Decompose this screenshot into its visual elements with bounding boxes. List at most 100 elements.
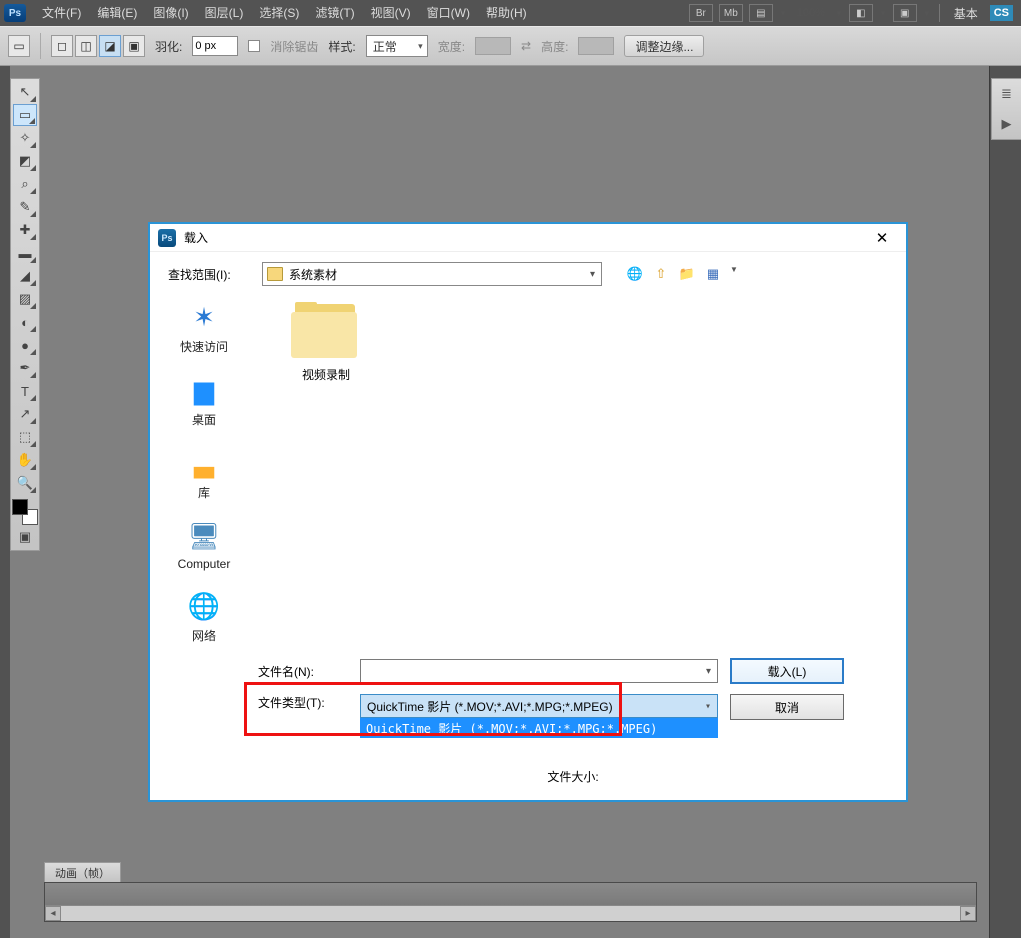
menu-1[interactable]: 编辑(E) [89, 0, 145, 26]
folder-large-icon [291, 302, 361, 358]
add-selection-icon[interactable]: ◫ [75, 35, 97, 57]
tool-12[interactable]: ✒ [13, 357, 37, 379]
feather-label: 羽化: [155, 38, 182, 55]
back-icon[interactable]: 🌐 [626, 265, 644, 283]
style-label: 样式: [328, 38, 355, 55]
tool-5[interactable]: ✎ [13, 196, 37, 218]
tool-14[interactable]: ↗ [13, 403, 37, 425]
screenmode-icon[interactable]: ▣ [893, 4, 917, 22]
subtract-selection-icon[interactable]: ◪ [99, 35, 121, 57]
filetype-combo[interactable]: QuickTime 影片 (*.MOV;*.AVI;*.MPG;*.MPEG) [360, 694, 718, 718]
right-panel-strip: ≣ ▶ [991, 78, 1021, 140]
tool-6[interactable]: ✚ [13, 219, 37, 241]
place-network[interactable]: 🌐网络 [150, 585, 258, 648]
chevron-down-icon[interactable]: ▼ [730, 265, 738, 283]
folder-icon [267, 267, 283, 281]
place-quick-label: 快速访问 [180, 338, 228, 355]
place-network-icon: 🌐 [184, 589, 224, 623]
file-list[interactable]: 视频录制 [258, 290, 906, 650]
menu-3[interactable]: 图层(L) [197, 0, 252, 26]
new-folder-icon[interactable]: 📁 [678, 265, 696, 283]
tool-4[interactable]: ⌕ [13, 173, 37, 195]
intersect-selection-icon[interactable]: ▣ [123, 35, 145, 57]
animation-tab[interactable]: 动画（帧） [44, 862, 121, 882]
menu-7[interactable]: 窗口(W) [419, 0, 478, 26]
quickmask-icon[interactable]: ▣ [13, 526, 37, 548]
menu-0[interactable]: 文件(F) [34, 0, 89, 26]
zoom-dropdown[interactable]: 100% [793, 7, 829, 19]
style-select[interactable]: 正常 [366, 35, 428, 57]
workspace-cs[interactable]: CS [990, 5, 1013, 21]
tool-16[interactable]: ✋ [13, 449, 37, 471]
scroll-left-icon[interactable]: ◂ [45, 906, 61, 921]
folder-item-label: 视频录制 [302, 366, 350, 383]
antialias-checkbox [248, 40, 260, 52]
height-input [578, 37, 614, 55]
right-dock-ribbon: ≣ ▶ [989, 66, 1021, 938]
filetype-option[interactable]: QuickTime 影片 (*.MOV;*.AVI;*.MPG;*.MPEG) [360, 718, 718, 738]
place-desktop-icon: ▆ [184, 373, 224, 407]
filename-combo[interactable] [360, 659, 718, 683]
ps-logo: Ps [4, 4, 26, 22]
place-libraries[interactable]: ▃库 [150, 442, 258, 505]
color-swatches[interactable] [12, 499, 38, 525]
menu-6[interactable]: 视图(V) [363, 0, 419, 26]
tool-3[interactable]: ◩ [13, 150, 37, 172]
close-icon[interactable]: ✕ [866, 226, 898, 250]
width-input [475, 37, 511, 55]
place-quick[interactable]: ✶快速访问 [150, 296, 258, 359]
tool-13[interactable]: T [13, 380, 37, 402]
load-button[interactable]: 载入(L) [730, 658, 844, 684]
menu-8[interactable]: 帮助(H) [478, 0, 535, 26]
new-selection-icon[interactable]: ◻ [51, 35, 73, 57]
filmstrip-icon[interactable]: ▤ [749, 4, 773, 22]
menu-5[interactable]: 滤镜(T) [307, 0, 362, 26]
place-libraries-label: 库 [198, 484, 210, 501]
tool-8[interactable]: ◢ [13, 265, 37, 287]
cancel-button[interactable]: 取消 [730, 694, 844, 720]
place-libraries-icon: ▃ [184, 446, 224, 480]
options-bar: ▭ ◻ ◫ ◪ ▣ 羽化: 消除锯齿 样式: 正常 宽度: ⇄ 高度: 调整边缘… [0, 26, 1021, 66]
tool-0[interactable]: ↖ [13, 81, 37, 103]
dialog-ps-icon: Ps [158, 229, 176, 247]
tool-11[interactable]: ● [13, 334, 37, 356]
height-label: 高度: [541, 38, 568, 55]
br-button[interactable]: Br [689, 4, 713, 22]
lookin-label: 查找范围(I): [168, 266, 252, 283]
up-icon[interactable]: ⇧ [652, 265, 670, 283]
workspace-basic[interactable]: 基本 [948, 5, 984, 22]
tool-1[interactable]: ▭ [13, 104, 37, 126]
menu-4[interactable]: 选择(S) [251, 0, 307, 26]
menu-2[interactable]: 图像(I) [145, 0, 196, 26]
scroll-right-icon[interactable]: ▸ [960, 906, 976, 921]
feather-input[interactable] [192, 36, 238, 56]
arrangement-icon[interactable]: ◧ [849, 4, 873, 22]
tool-15[interactable]: ⬚ [13, 426, 37, 448]
tool-preset-icon[interactable]: ▭ [8, 35, 30, 57]
view-icon[interactable]: ▦ [704, 265, 722, 283]
place-desktop[interactable]: ▆桌面 [150, 369, 258, 432]
filetype-label: 文件类型(T): [258, 694, 348, 711]
tool-17[interactable]: 🔍 [13, 472, 37, 494]
scroll-track[interactable] [61, 906, 960, 921]
width-label: 宽度: [438, 38, 465, 55]
tool-7[interactable]: ▬ [13, 242, 37, 264]
place-computer-icon: 🖥 [184, 519, 224, 553]
panel-icon-2[interactable]: ▶ [997, 115, 1017, 133]
tool-10[interactable]: ◐ [13, 311, 37, 333]
swap-wh-icon: ⇄ [521, 39, 531, 53]
left-dock-ribbon [0, 66, 10, 938]
lookin-value: 系统素材 [289, 266, 337, 283]
lookin-combo[interactable]: 系统素材 [262, 262, 602, 286]
panel-icon-1[interactable]: ≣ [997, 85, 1017, 103]
workspace: ≣ ▶ ↖▭✧◩⌕✎✚▬◢▨◐●✒T↗⬚✋🔍▣ 动画（帧） ◂ ▸ Ps 载入 … [0, 66, 1021, 938]
toolbox: ↖▭✧◩⌕✎✚▬◢▨◐●✒T↗⬚✋🔍 ▣ [10, 78, 40, 551]
tool-9[interactable]: ▨ [13, 288, 37, 310]
load-dialog: Ps 载入 ✕ 查找范围(I): 系统素材 🌐⇧📁▦▼ ✶快速访问▆桌面▃库🖥C… [148, 222, 908, 802]
refine-edge-button[interactable]: 调整边缘... [624, 35, 704, 57]
mb-button[interactable]: Mb [719, 4, 743, 22]
folder-item[interactable]: 视频录制 [282, 302, 370, 383]
place-computer[interactable]: 🖥 Computer [150, 515, 258, 575]
tool-2[interactable]: ✧ [13, 127, 37, 149]
place-computer-label: Computer [178, 557, 231, 571]
